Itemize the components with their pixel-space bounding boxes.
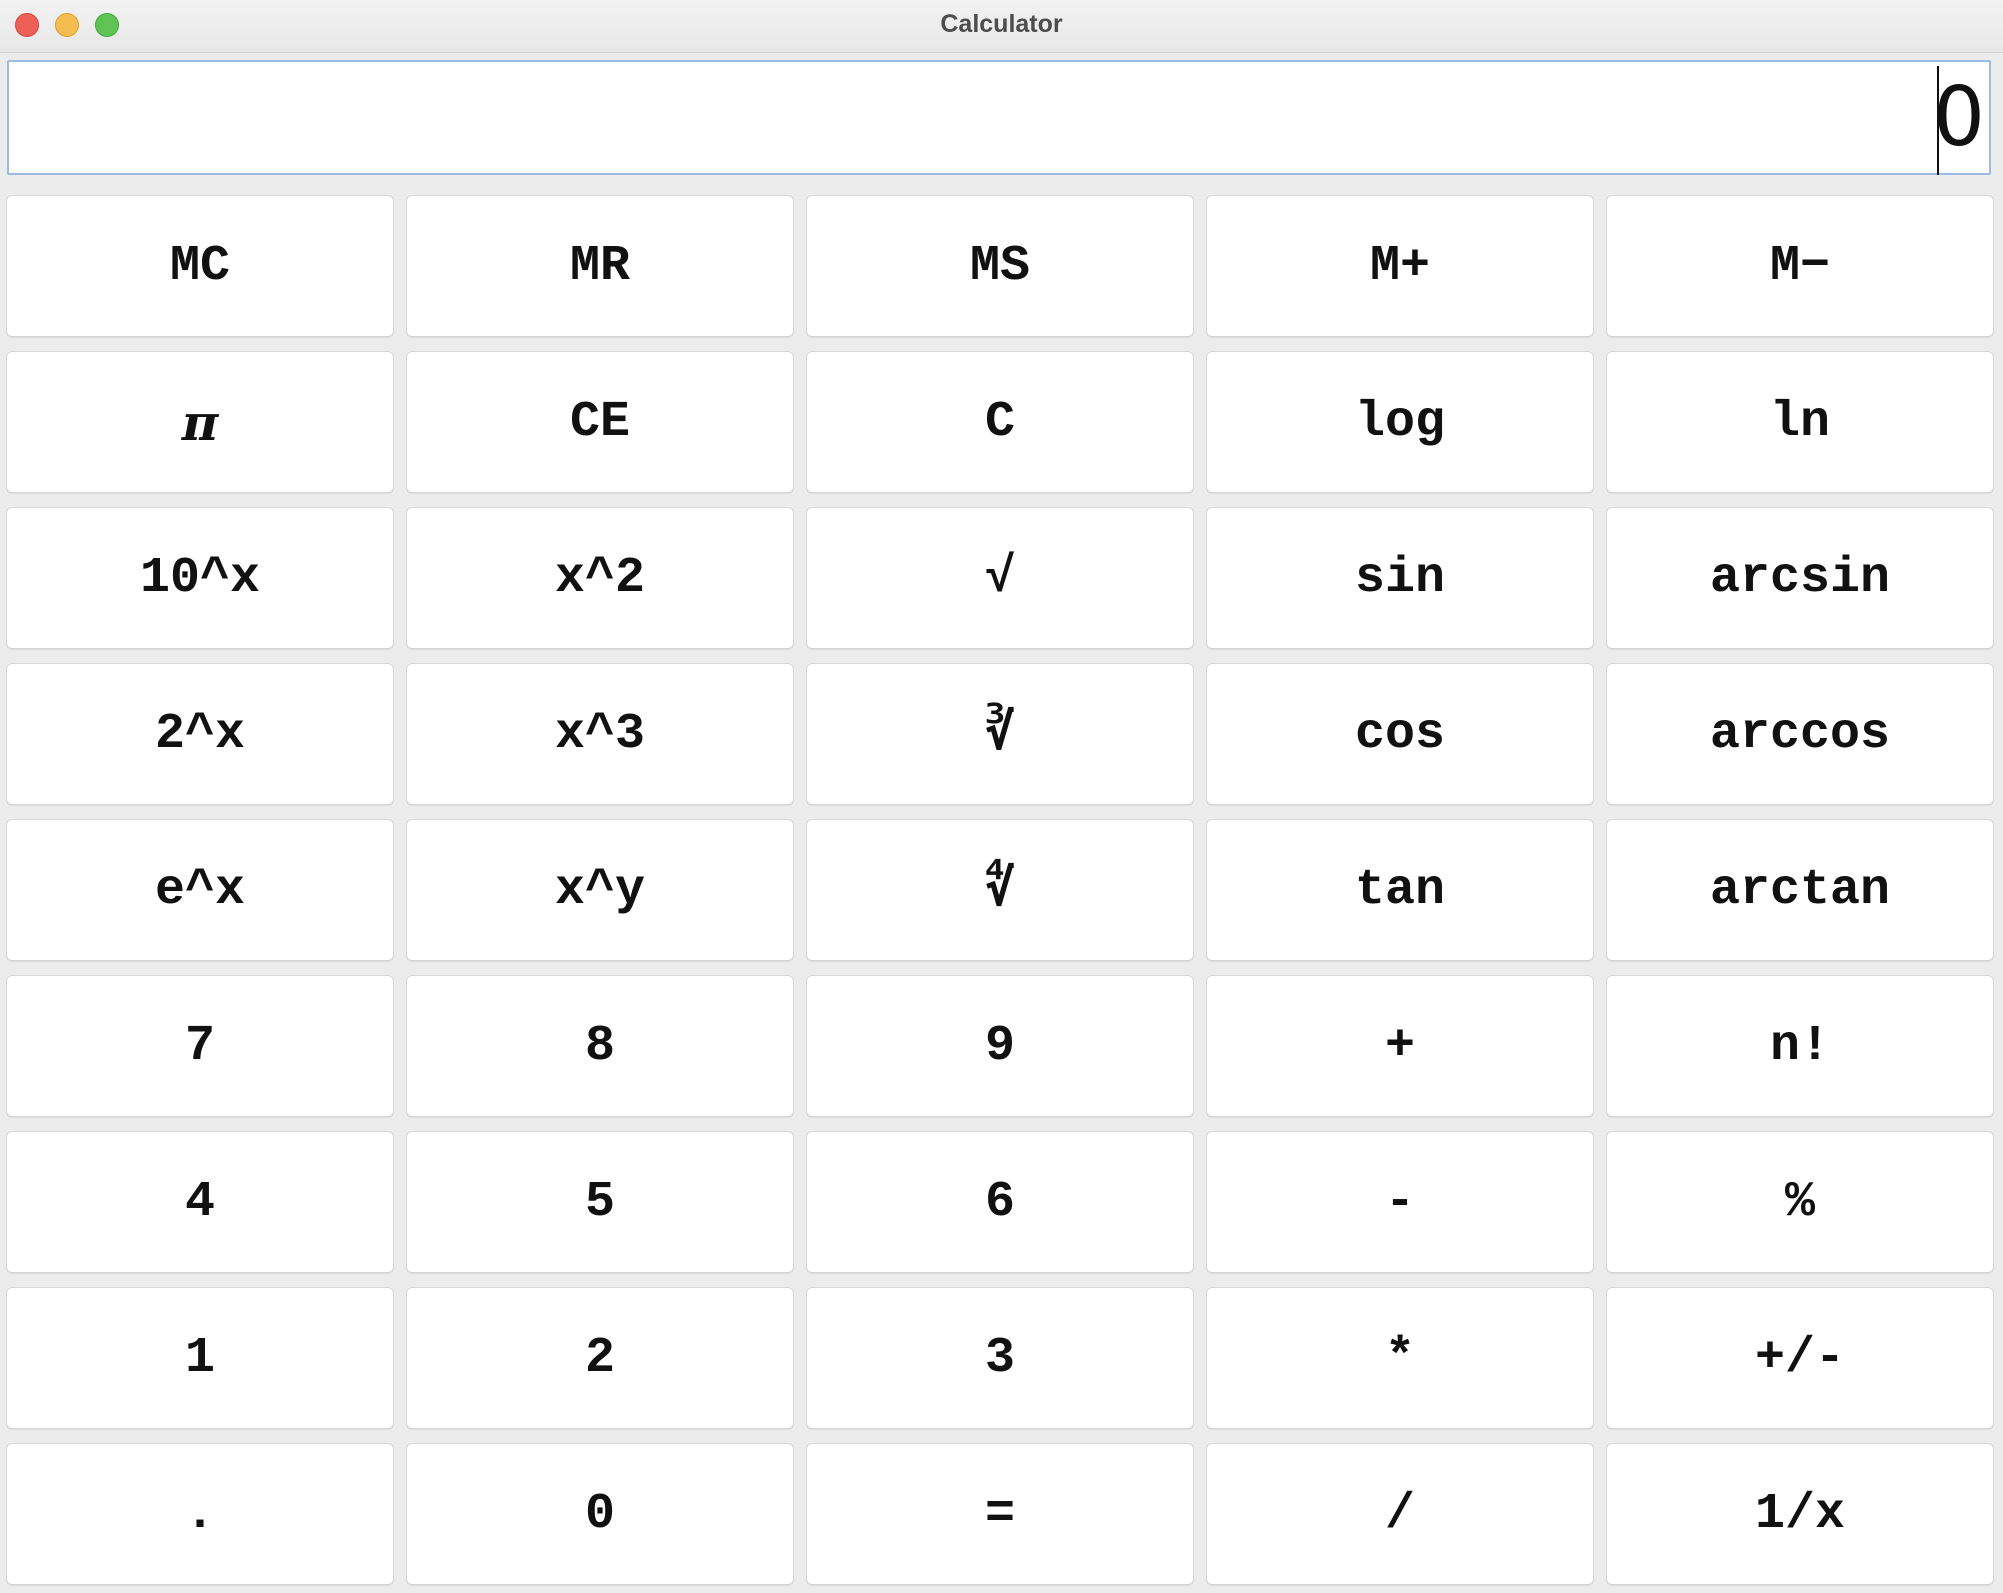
fourth-root-button[interactable]: ∜ xyxy=(806,819,1194,961)
cos-button[interactable]: cos xyxy=(1206,663,1594,805)
arccos-button[interactable]: arccos xyxy=(1606,663,1994,805)
decimal-point-button[interactable]: . xyxy=(6,1443,394,1585)
square-button[interactable]: x^2 xyxy=(406,507,794,649)
tan-button[interactable]: tan xyxy=(1206,819,1594,961)
two-power-x-button[interactable]: 2^x xyxy=(6,663,394,805)
memory-add-button[interactable]: M+ xyxy=(1206,195,1594,337)
add-button[interactable]: + xyxy=(1206,975,1594,1117)
digit-0-button[interactable]: 0 xyxy=(406,1443,794,1585)
equals-button[interactable]: = xyxy=(806,1443,1194,1585)
keypad: MC MR MS M+ M− π CE C log ln 10^x x^2 √ … xyxy=(6,195,1996,1588)
digit-5-button[interactable]: 5 xyxy=(406,1131,794,1273)
reciprocal-button[interactable]: 1/x xyxy=(1606,1443,1994,1585)
ten-power-x-button[interactable]: 10^x xyxy=(6,507,394,649)
square-root-button[interactable]: √ xyxy=(806,507,1194,649)
arctan-button[interactable]: arctan xyxy=(1606,819,1994,961)
sin-button[interactable]: sin xyxy=(1206,507,1594,649)
percent-button[interactable]: % xyxy=(1606,1131,1994,1273)
cube-root-button[interactable]: ∛ xyxy=(806,663,1194,805)
arcsin-button[interactable]: arcsin xyxy=(1606,507,1994,649)
pi-button[interactable]: π xyxy=(6,351,394,493)
digit-7-button[interactable]: 7 xyxy=(6,975,394,1117)
digit-2-button[interactable]: 2 xyxy=(406,1287,794,1429)
digit-1-button[interactable]: 1 xyxy=(6,1287,394,1429)
factorial-button[interactable]: n! xyxy=(1606,975,1994,1117)
title-bar: Calculator xyxy=(0,0,2003,53)
memory-subtract-button[interactable]: M− xyxy=(1606,195,1994,337)
window-title: Calculator xyxy=(940,10,1063,38)
calculator-window: Calculator 0 MC MR MS M+ M− π CE C log l… xyxy=(0,0,2003,1593)
ln-button[interactable]: ln xyxy=(1606,351,1994,493)
memory-recall-button[interactable]: MR xyxy=(406,195,794,337)
memory-store-button[interactable]: MS xyxy=(806,195,1194,337)
digit-6-button[interactable]: 6 xyxy=(806,1131,1194,1273)
digit-8-button[interactable]: 8 xyxy=(406,975,794,1117)
memory-clear-button[interactable]: MC xyxy=(6,195,394,337)
display-field[interactable]: 0 xyxy=(7,60,1991,175)
negate-button[interactable]: +/- xyxy=(1606,1287,1994,1429)
multiply-button[interactable]: * xyxy=(1206,1287,1594,1429)
digit-9-button[interactable]: 9 xyxy=(806,975,1194,1117)
divide-button[interactable]: / xyxy=(1206,1443,1594,1585)
digit-3-button[interactable]: 3 xyxy=(806,1287,1194,1429)
text-caret xyxy=(1937,66,1939,175)
cube-button[interactable]: x^3 xyxy=(406,663,794,805)
digit-4-button[interactable]: 4 xyxy=(6,1131,394,1273)
display-value: 0 xyxy=(1932,70,1985,165)
clear-button[interactable]: C xyxy=(806,351,1194,493)
log-button[interactable]: log xyxy=(1206,351,1594,493)
clear-entry-button[interactable]: CE xyxy=(406,351,794,493)
e-power-x-button[interactable]: e^x xyxy=(6,819,394,961)
x-power-y-button[interactable]: x^y xyxy=(406,819,794,961)
subtract-button[interactable]: - xyxy=(1206,1131,1594,1273)
